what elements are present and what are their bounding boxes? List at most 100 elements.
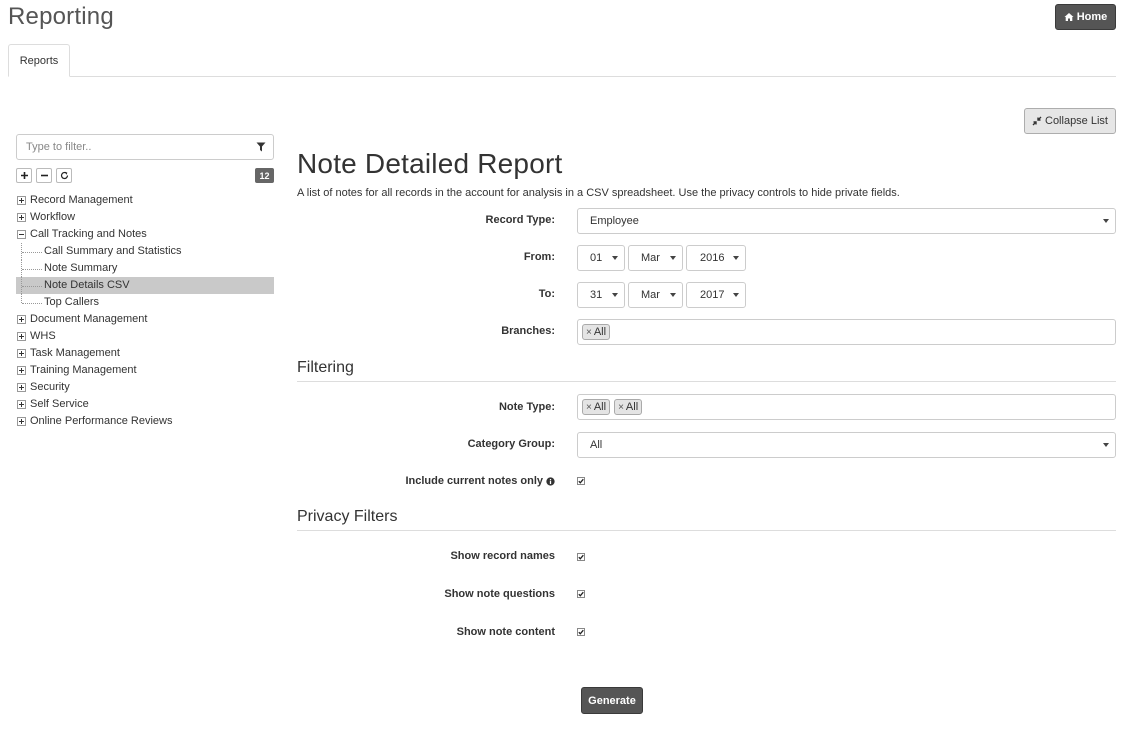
expand-icon[interactable] (17, 349, 26, 358)
to-month-select[interactable]: Mar (628, 282, 683, 308)
category-group-select[interactable]: All (577, 432, 1116, 458)
home-icon (1064, 13, 1074, 21)
to-day-value: 31 (590, 289, 603, 301)
tree-item-label: Record Management (30, 194, 133, 206)
from-year-select[interactable]: 2016 (686, 245, 746, 271)
caret-down-icon (612, 293, 618, 297)
tree-item-self-service[interactable]: Self Service (16, 396, 274, 413)
current-notes-label-text: Include current notes only (405, 475, 543, 487)
branch-tag: × All (582, 324, 611, 340)
expand-icon[interactable] (17, 383, 26, 392)
collapse-list-label: Collapse List (1045, 115, 1108, 127)
info-icon[interactable] (546, 476, 555, 486)
tree-item-label: WHS (30, 330, 56, 342)
report-tree: Record Management Workflow Call Tracking… (16, 192, 274, 430)
branches-multiselect[interactable]: × All (577, 319, 1116, 345)
to-day-select[interactable]: 31 (577, 282, 625, 308)
caret-down-icon (733, 256, 739, 260)
remove-icon[interactable]: × (586, 402, 592, 413)
note-type-tag: × All (582, 399, 611, 415)
show-record-names-label: Show record names (450, 550, 555, 562)
filter-icon[interactable] (256, 142, 266, 152)
tree-item-workflow[interactable]: Workflow (16, 209, 274, 226)
caret-down-icon (733, 293, 739, 297)
to-month-value: Mar (641, 289, 660, 301)
tree-filter-input[interactable] (17, 135, 247, 159)
category-group-value: All (590, 439, 603, 451)
expand-icon[interactable] (17, 366, 26, 375)
tree-item-training-management[interactable]: Training Management (16, 362, 274, 379)
expand-icon[interactable] (17, 196, 26, 205)
collapse-list-button[interactable]: Collapse List (1024, 108, 1116, 134)
caret-down-icon (1103, 443, 1109, 447)
report-description: A list of notes for all records in the a… (297, 187, 900, 199)
expand-icon[interactable] (17, 417, 26, 426)
page-title: Reporting (8, 3, 114, 30)
tree-item-task-management[interactable]: Task Management (16, 345, 274, 362)
record-type-select[interactable]: Employee (577, 208, 1116, 234)
tree-item-label: Training Management (30, 364, 137, 376)
from-month-select[interactable]: Mar (628, 245, 683, 271)
show-note-questions-checkbox[interactable] (577, 590, 585, 598)
tree-item-security[interactable]: Security (16, 379, 274, 396)
note-type-multiselect[interactable]: × All × All (577, 394, 1116, 420)
note-type-tag: × All (614, 399, 643, 415)
refresh-button[interactable] (56, 168, 72, 183)
collapse-all-button[interactable] (36, 168, 52, 183)
privacy-filters-heading: Privacy Filters (297, 508, 1116, 531)
caret-down-icon (1103, 219, 1109, 223)
tree-filter (16, 134, 274, 160)
expand-icon[interactable] (17, 400, 26, 409)
from-day-select[interactable]: 01 (577, 245, 625, 271)
tree-item-whs[interactable]: WHS (16, 328, 274, 345)
show-record-names-checkbox[interactable] (577, 553, 585, 561)
caret-down-icon (612, 256, 618, 260)
tree-item-label: Top Callers (44, 296, 100, 308)
show-note-questions-label: Show note questions (444, 588, 555, 600)
to-year-value: 2017 (700, 289, 725, 301)
tree-item-note-summary[interactable]: Note Summary (16, 260, 274, 277)
show-note-content-label: Show note content (456, 626, 555, 638)
tree-item-call-summary-and-statistics[interactable]: Call Summary and Statistics (16, 243, 274, 260)
tree-item-label: Online Performance Reviews (30, 415, 173, 427)
minus-icon (40, 174, 48, 177)
tree-item-document-management[interactable]: Document Management (16, 311, 274, 328)
refresh-icon (60, 171, 68, 180)
expand-all-button[interactable] (16, 168, 32, 183)
record-type-label: Record Type: (485, 214, 555, 226)
tree-toolbar (16, 168, 72, 183)
from-year-value: 2016 (700, 252, 725, 264)
tree-item-label: Call Summary and Statistics (44, 245, 182, 257)
current-notes-label: Include current notes only (405, 475, 555, 487)
tree-item-label: Call Tracking and Notes (30, 228, 147, 240)
tree-item-label: Workflow (30, 211, 76, 223)
tree-item-note-details-csv[interactable]: Note Details CSV (16, 277, 274, 294)
to-label: To: (538, 288, 555, 300)
remove-icon[interactable]: × (586, 327, 592, 338)
home-button[interactable]: Home (1055, 4, 1116, 30)
tree-item-call-tracking-and-notes[interactable]: Call Tracking and Notes (16, 226, 274, 243)
collapse-icon[interactable] (17, 230, 26, 239)
tree-item-record-management[interactable]: Record Management (16, 192, 274, 209)
to-year-select[interactable]: 2017 (686, 282, 746, 308)
note-type-tag-label: All (625, 401, 639, 413)
current-notes-checkbox[interactable] (577, 477, 585, 485)
show-note-content-checkbox[interactable] (577, 628, 585, 636)
branch-tag-label: All (593, 326, 607, 338)
tab-bar: Reports (8, 44, 1116, 77)
branches-label: Branches: (501, 325, 555, 337)
expand-icon[interactable] (17, 315, 26, 324)
tree-item-label: Document Management (30, 313, 148, 325)
generate-button[interactable]: Generate (581, 687, 643, 714)
tree-item-label: Security (30, 381, 70, 393)
expand-icon[interactable] (17, 213, 26, 222)
tree-item-top-callers[interactable]: Top Callers (16, 294, 274, 311)
tree-item-online-performance-reviews[interactable]: Online Performance Reviews (16, 413, 274, 430)
expand-icon[interactable] (17, 332, 26, 341)
tree-item-label: Task Management (30, 347, 120, 359)
from-label: From: (523, 251, 555, 263)
tab-reports[interactable]: Reports (8, 44, 70, 77)
caret-down-icon (670, 256, 676, 260)
home-button-label: Home (1076, 11, 1108, 23)
remove-icon[interactable]: × (618, 402, 624, 413)
